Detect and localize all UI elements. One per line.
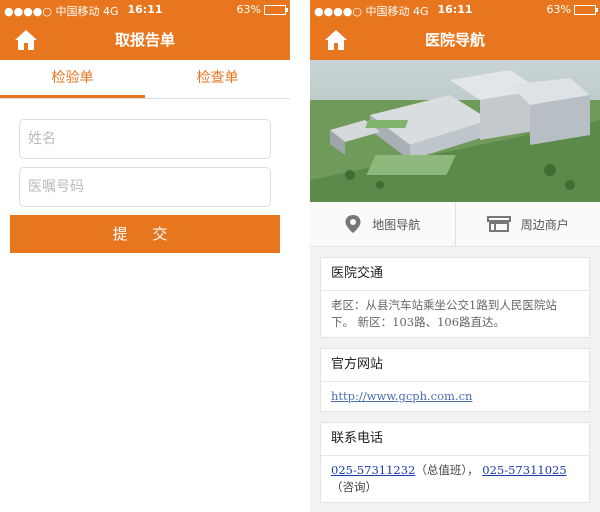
submit-button[interactable]: 提 交	[10, 215, 280, 253]
transport-text: 老区：从县汽车站乘坐公交1路到人民医院站下。 新区：103路、106路直达。	[331, 298, 557, 329]
website-card: 官方网站 http://www.gcph.com.cn	[320, 348, 590, 412]
nav-bar: 医院导航	[310, 20, 600, 60]
report-form: 姓名 医嘱号码	[0, 99, 290, 207]
status-bar: ●●●●○ 中国移动 4G 16:11 63%	[0, 0, 290, 20]
page-title: 医院导航	[424, 31, 485, 49]
battery-indicator: 63%	[546, 3, 598, 16]
map-navigation-button[interactable]: 地图导航	[310, 202, 455, 246]
phone-link-consult[interactable]: 025-57311025	[482, 463, 566, 477]
tab-bar: 检验单 检查单	[0, 60, 290, 99]
phone-link-duty[interactable]: 025-57311232	[331, 463, 415, 477]
screen-divider	[290, 0, 310, 512]
battery-percent: 63%	[236, 3, 261, 16]
contact-card: 联系电话 025-57311232（总值班）， 025-57311025 （咨询）	[320, 422, 590, 503]
website-link[interactable]: http://www.gcph.com.cn	[331, 389, 472, 403]
nav-bar: 取报告单	[0, 20, 290, 60]
transport-card: 医院交通 老区：从县汽车站乘坐公交1路到人民医院站下。 新区：103路、106路…	[320, 257, 590, 338]
nearby-merchants-button[interactable]: 周边商户	[454, 202, 600, 246]
phone-note-consult: （咨询）	[331, 480, 377, 494]
battery-percent: 63%	[546, 3, 571, 16]
navigation-actions: 地图导航 周边商户	[310, 202, 600, 247]
tab-exam-report[interactable]: 检查单	[145, 60, 290, 98]
name-input[interactable]: 姓名	[19, 119, 271, 159]
battery-icon	[264, 4, 288, 15]
tab-lab-report[interactable]: 检验单	[0, 60, 145, 98]
storefront-icon	[486, 216, 511, 232]
transport-title: 医院交通	[321, 258, 589, 291]
page-title: 取报告单	[114, 31, 175, 49]
contact-title: 联系电话	[321, 423, 589, 456]
nearby-merchants-label: 周边商户	[520, 217, 569, 232]
hospital-aerial-image	[310, 60, 600, 202]
right-screen: ●●●●○ 中国移动 4G 16:11 63% 医院导航 地图导航 周边商户 医…	[310, 0, 600, 512]
battery-icon	[574, 4, 598, 15]
map-navigation-label: 地图导航	[372, 217, 421, 232]
order-number-input[interactable]: 医嘱号码	[19, 167, 271, 207]
status-bar: ●●●●○ 中国移动 4G 16:11 63%	[310, 0, 600, 20]
location-pin-icon	[345, 215, 361, 233]
phone-note-duty: （总值班），	[415, 463, 479, 477]
battery-indicator: 63%	[236, 3, 288, 16]
left-screen: ●●●●○ 中国移动 4G 16:11 63% 取报告单 检验单 检查单 姓名 …	[0, 0, 290, 512]
website-title: 官方网站	[321, 349, 589, 382]
